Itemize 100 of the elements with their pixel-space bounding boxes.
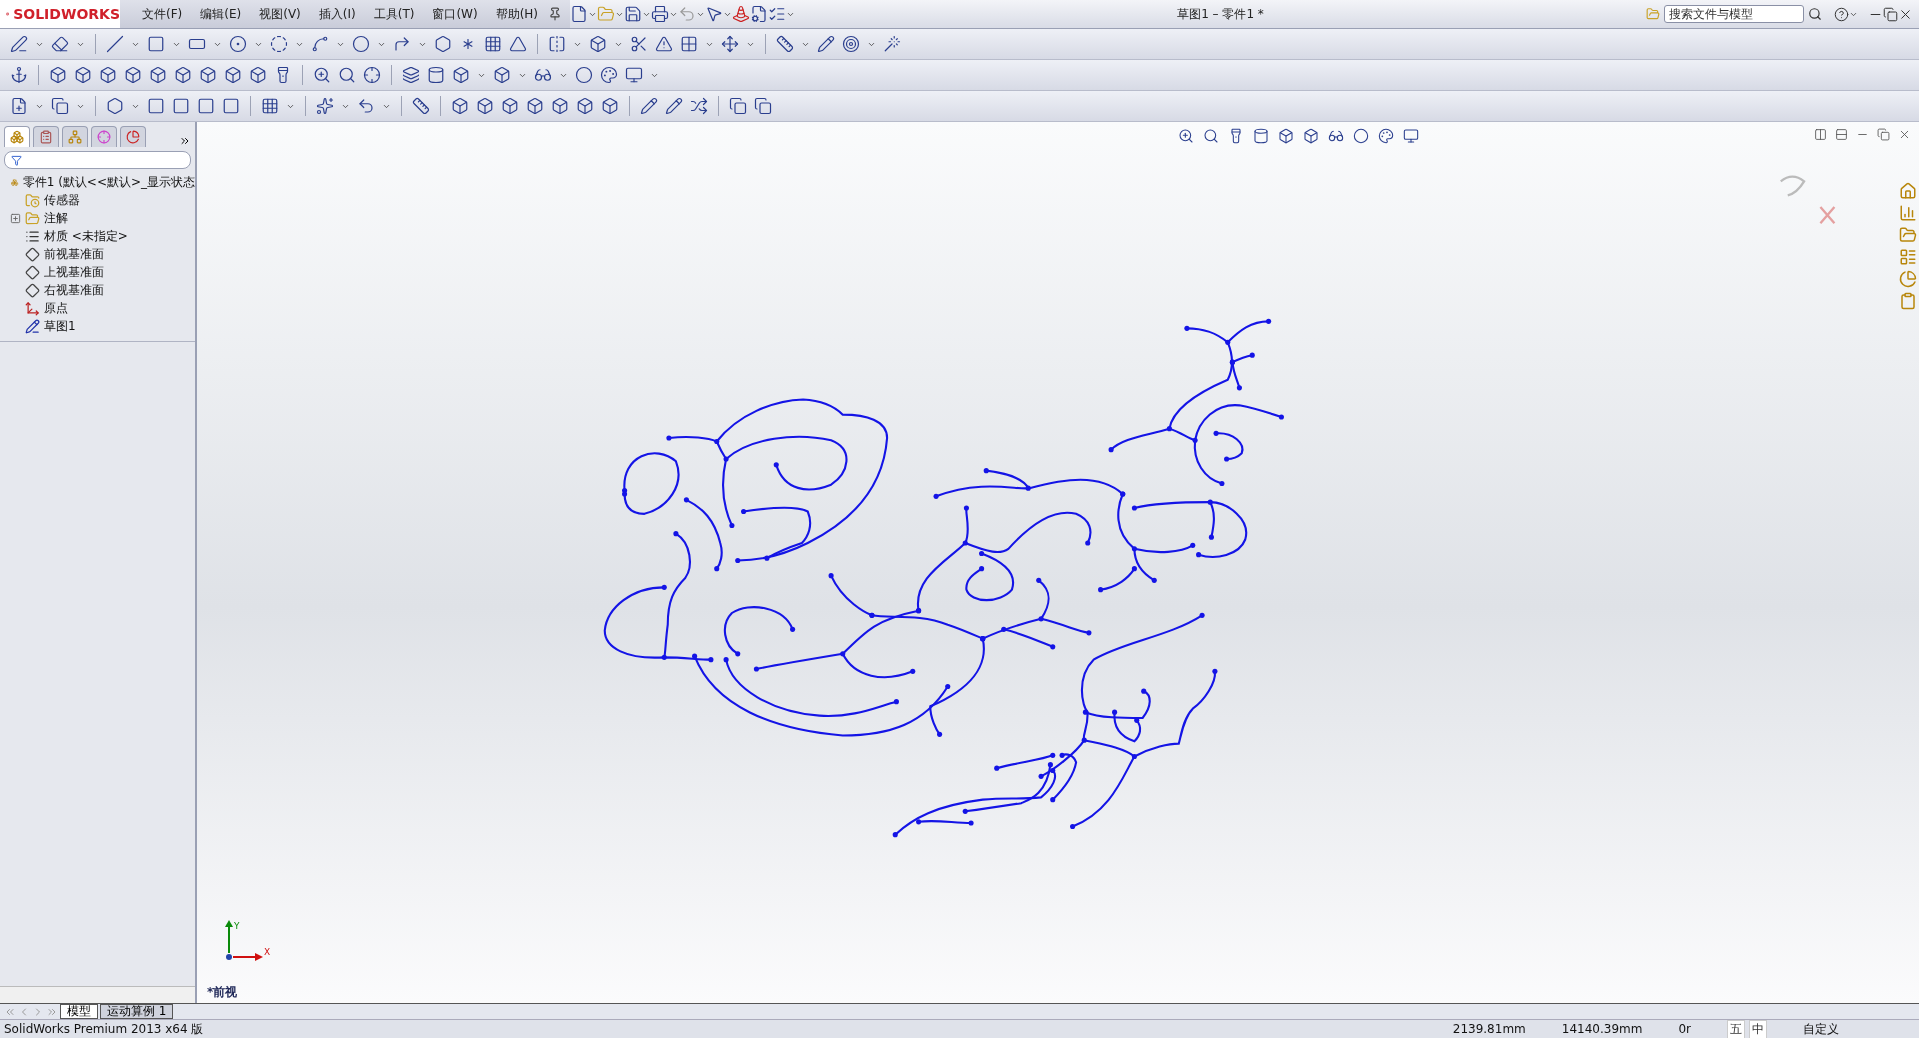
glasses-icon[interactable]: [1327, 128, 1344, 144]
grid-icon[interactable]: [261, 97, 279, 115]
copy-icon[interactable]: [51, 97, 69, 115]
search-icon[interactable]: [1808, 7, 1822, 21]
cube-icon[interactable]: [249, 66, 267, 84]
square-icon[interactable]: [222, 97, 240, 115]
cube-icon[interactable]: [99, 66, 117, 84]
cube-icon[interactable]: [451, 97, 469, 115]
expand-panel-icon[interactable]: [179, 135, 191, 147]
target-icon[interactable]: [842, 35, 860, 53]
search-icon[interactable]: [338, 66, 356, 84]
warning-icon[interactable]: [655, 35, 673, 53]
parts-icon[interactable]: [10, 130, 24, 144]
new-file-icon[interactable]: [570, 5, 589, 23]
cube-icon[interactable]: [526, 97, 544, 115]
zoom-area-icon[interactable]: [1202, 128, 1219, 144]
tree-item[interactable]: 上视基准面: [44, 263, 104, 281]
save-icon[interactable]: [624, 5, 643, 23]
line-icon[interactable]: [106, 35, 124, 53]
task-pane-icon[interactable]: [1899, 204, 1917, 222]
filter-field[interactable]: [4, 151, 191, 169]
cube-icon[interactable]: [74, 66, 92, 84]
task-pane-icon[interactable]: [1899, 270, 1917, 288]
tree-item[interactable]: 草图1: [44, 317, 76, 335]
cube-icon[interactable]: [601, 97, 619, 115]
ime-indicator[interactable]: 中: [1749, 1019, 1767, 1038]
printer-icon[interactable]: [651, 5, 670, 23]
zoom-fit-icon[interactable]: [1177, 128, 1194, 144]
circle-icon[interactable]: [229, 35, 247, 53]
grid-icon[interactable]: [484, 35, 502, 53]
filter-icon[interactable]: [11, 154, 22, 166]
cube-icon[interactable]: [149, 66, 167, 84]
layers-icon[interactable]: [402, 66, 420, 84]
cube-icon[interactable]: [493, 66, 511, 84]
shuffle-icon[interactable]: [690, 97, 708, 115]
rectangle-icon[interactable]: [147, 35, 165, 53]
cube-icon[interactable]: [551, 97, 569, 115]
menu-item[interactable]: 插入(I): [310, 3, 364, 25]
pencil-icon[interactable]: [640, 97, 658, 115]
cube-icon[interactable]: [576, 97, 594, 115]
help-icon[interactable]: [1834, 6, 1849, 22]
task-pane-icon[interactable]: [1899, 226, 1917, 244]
tree-item[interactable]: 注解: [44, 209, 68, 227]
menu-item[interactable]: 文件(F): [134, 3, 191, 25]
cube-icon[interactable]: [501, 97, 519, 115]
cube-icon[interactable]: [174, 66, 192, 84]
monitor-icon[interactable]: [625, 66, 643, 84]
restore-icon[interactable]: [1883, 6, 1898, 22]
pointer-icon[interactable]: [705, 5, 724, 23]
menu-item[interactable]: 工具(T): [365, 3, 423, 25]
pin-icon[interactable]: [548, 7, 563, 21]
split-view-icon[interactable]: [1814, 128, 1827, 141]
cube-icon[interactable]: [49, 66, 67, 84]
glasses-icon[interactable]: [534, 66, 552, 84]
tree-item[interactable]: 前视基准面: [44, 245, 104, 263]
horizontal-scrollbar[interactable]: [0, 986, 195, 1003]
zoom-icon[interactable]: [313, 66, 331, 84]
units-mode[interactable]: 自定义: [1803, 1020, 1839, 1038]
bottom-tab[interactable]: 运动算例 1: [100, 1004, 174, 1019]
menu-item[interactable]: 视图(V): [251, 3, 309, 25]
tree-item[interactable]: 传感器: [44, 191, 80, 209]
search-field[interactable]: 搜索文件与模型: [1664, 5, 1804, 23]
sphere-icon[interactable]: [575, 66, 593, 84]
cylinder-icon[interactable]: [427, 66, 445, 84]
cube-icon[interactable]: [124, 66, 142, 84]
ruler-icon[interactable]: [412, 97, 430, 115]
ime-indicator[interactable]: 五: [1727, 1019, 1745, 1038]
square-icon[interactable]: [172, 97, 190, 115]
close-icon[interactable]: [1898, 128, 1911, 141]
copy-icon[interactable]: [729, 97, 747, 115]
sparkle-icon[interactable]: [316, 97, 334, 115]
bottom-tab[interactable]: 模型: [60, 1004, 98, 1019]
panel-tab[interactable]: [120, 126, 146, 147]
split-view-icon[interactable]: [1835, 128, 1848, 141]
task-pane-icon[interactable]: [1899, 182, 1917, 200]
tree-item[interactable]: 材质 <未指定>: [44, 227, 128, 245]
curve-arrow-icon[interactable]: [357, 97, 375, 115]
task-pane-icon[interactable]: [1899, 292, 1917, 310]
move-icon[interactable]: [721, 35, 739, 53]
panel-tab[interactable]: [33, 126, 59, 147]
crosshair-icon[interactable]: [363, 66, 381, 84]
restore-icon[interactable]: [1877, 128, 1890, 141]
panel-tab[interactable]: [91, 126, 117, 147]
pie-icon[interactable]: [126, 130, 140, 144]
expand-toggle-icon[interactable]: [10, 212, 21, 224]
trim-icon[interactable]: [630, 35, 648, 53]
copy-icon[interactable]: [754, 97, 772, 115]
menu-item[interactable]: 帮助(H): [487, 3, 547, 25]
square-icon[interactable]: [147, 97, 165, 115]
cube-icon[interactable]: [224, 66, 242, 84]
menu-item[interactable]: 编辑(E): [192, 3, 250, 25]
spline-icon[interactable]: [311, 35, 329, 53]
polygon-icon[interactable]: [434, 35, 452, 53]
tree-item[interactable]: 零件1 (默认<<默认>_显示状态: [22, 173, 195, 191]
task-pane-icon[interactable]: [1899, 248, 1917, 266]
checklist-icon[interactable]: [768, 5, 787, 23]
eraser-icon[interactable]: [51, 35, 69, 53]
pencil-icon[interactable]: [665, 97, 683, 115]
cube-icon[interactable]: [476, 97, 494, 115]
panel-tab[interactable]: [4, 126, 30, 147]
